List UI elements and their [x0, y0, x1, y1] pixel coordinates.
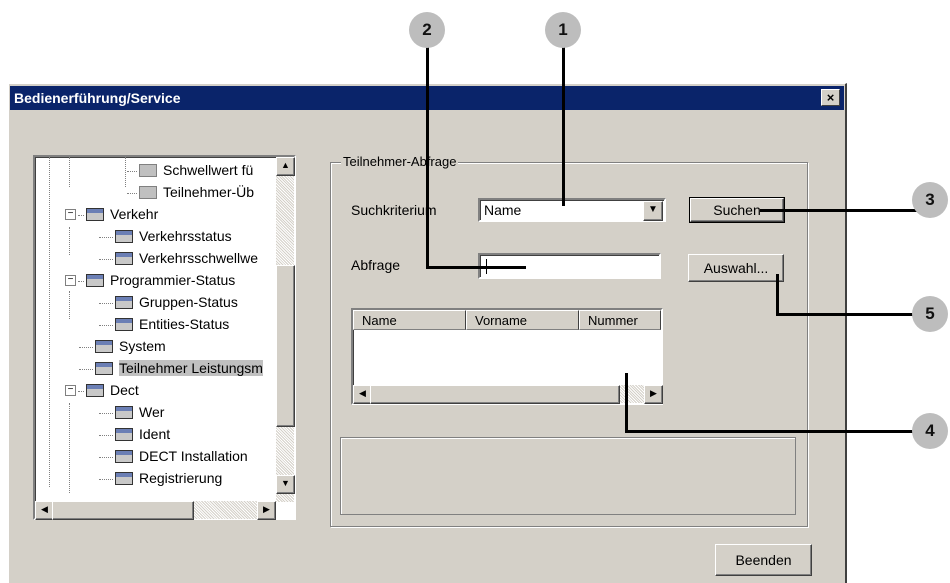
tree-vertical-scrollbar[interactable]: ▲ ▼ [276, 157, 295, 502]
document-icon [115, 229, 133, 243]
column-header-vorname[interactable]: Vorname [466, 310, 579, 330]
tree-item[interactable]: System [79, 335, 166, 357]
document-icon [86, 383, 104, 397]
document-icon [115, 449, 133, 463]
service-tree[interactable]: Schwellwert fü Teilnehmer-Üb − Verkehr Ve… [33, 155, 296, 520]
select-button[interactable]: Auswahl... [688, 254, 784, 282]
tree-item[interactable]: Entities-Status [99, 313, 229, 335]
close-button[interactable]: × [821, 89, 840, 106]
document-icon [115, 427, 133, 441]
status-area [340, 437, 796, 515]
results-list[interactable]: Name Vorname Nummer ◀ ▶ [351, 308, 663, 405]
callout-line [426, 266, 526, 269]
document-icon [115, 251, 133, 265]
tree-horizontal-scrollbar[interactable]: ◀ ▶ [35, 501, 276, 520]
tree-item[interactable]: − Programmier-Status [65, 269, 235, 291]
callout-line [426, 46, 429, 268]
document-icon [86, 273, 104, 287]
query-label: Abfrage [351, 257, 401, 273]
scroll-right-icon[interactable]: ▶ [644, 385, 663, 404]
collapse-icon[interactable]: − [65, 274, 76, 286]
callout-badge: 3 [912, 182, 948, 218]
column-header-name[interactable]: Name [353, 310, 466, 330]
document-icon [115, 295, 133, 309]
callout-badge: 1 [545, 12, 581, 48]
criterion-value: Name [484, 202, 522, 218]
document-icon [95, 339, 113, 353]
criterion-select[interactable]: Name ▼ [478, 198, 666, 222]
document-icon [139, 163, 157, 177]
collapse-icon[interactable]: − [65, 208, 76, 220]
tree-item-selected[interactable]: Teilnehmer Leistungsm [79, 357, 263, 379]
scroll-right-icon[interactable]: ▶ [257, 501, 276, 520]
tree-item[interactable]: Registrierung [99, 467, 222, 489]
document-icon [139, 185, 157, 199]
criterion-label: Suchkriterium [351, 202, 437, 218]
callout-line [562, 46, 565, 206]
callout-line [776, 274, 779, 316]
document-icon [115, 471, 133, 485]
document-icon [95, 361, 113, 375]
callout-badge: 4 [912, 413, 948, 449]
callout-badge: 5 [912, 296, 948, 332]
callout-line [760, 209, 920, 212]
tree-item[interactable]: Verkehrsschwellwe [99, 247, 258, 269]
document-icon [86, 207, 104, 221]
close-dialog-button[interactable]: Beenden [715, 544, 812, 576]
scroll-down-icon[interactable]: ▼ [276, 475, 295, 494]
document-icon [115, 317, 133, 331]
callout-line [776, 313, 922, 316]
chevron-down-icon[interactable]: ▼ [643, 201, 663, 221]
tree-item[interactable]: Ident [99, 423, 170, 445]
group-title: Teilnehmer-Abfrage [341, 154, 459, 169]
scroll-thumb[interactable] [370, 385, 620, 404]
callout-badge: 2 [409, 12, 445, 48]
tree-item[interactable]: Teilnehmer-Üb [127, 181, 254, 203]
document-icon [115, 405, 133, 419]
column-header-nummer[interactable]: Nummer [579, 310, 661, 330]
tree-item[interactable]: Schwellwert fü [127, 159, 253, 181]
scroll-up-icon[interactable]: ▲ [276, 157, 295, 176]
list-horizontal-scrollbar[interactable]: ◀ ▶ [353, 385, 663, 404]
tree-item[interactable]: Gruppen-Status [99, 291, 238, 313]
tree-item[interactable]: − Dect [65, 379, 139, 401]
tree-item[interactable]: Verkehrsstatus [99, 225, 232, 247]
tree-item[interactable]: Wer [99, 401, 164, 423]
scroll-thumb[interactable] [52, 501, 194, 520]
scroll-thumb[interactable] [276, 265, 295, 427]
tree-item[interactable]: − Verkehr [65, 203, 158, 225]
callout-line [625, 373, 628, 433]
tree-item[interactable]: DECT Installation [99, 445, 248, 467]
collapse-icon[interactable]: − [65, 384, 76, 396]
callout-line [625, 430, 920, 433]
